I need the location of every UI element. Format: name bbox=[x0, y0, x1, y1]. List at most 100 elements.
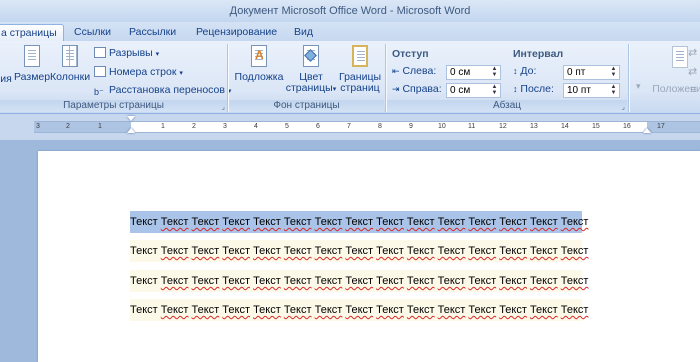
bring-forward-icon[interactable]: ⇄ bbox=[688, 46, 697, 59]
ribbon-tabs: а страницы Ссылки Рассылки Рецензировани… bbox=[0, 22, 700, 41]
page-color-button[interactable]: Цвет страницы▾ bbox=[285, 44, 337, 95]
dialog-launcher-icon[interactable]: ⌟ bbox=[221, 102, 225, 111]
indent-right-label: ⇥ Справа: bbox=[392, 83, 442, 95]
size-label: Размер bbox=[14, 71, 51, 83]
spacing-after-icon: ↕ bbox=[513, 84, 518, 94]
page-color-label-2: страницы bbox=[285, 82, 333, 94]
indent-right-input[interactable]: 0 см ▲ ▼ bbox=[446, 83, 501, 98]
page-borders-label-2: страниц bbox=[340, 82, 380, 94]
ruler-tick: 1 bbox=[98, 123, 102, 130]
spacing-before-input[interactable]: 0 пт ▲ ▼ bbox=[563, 65, 620, 80]
ruler-tick: 2 bbox=[192, 123, 196, 130]
paragraph-1[interactable]: Текст Текст Текст Текст Текст Текст Текс… bbox=[130, 211, 588, 233]
word: Текст bbox=[130, 304, 158, 316]
spinner-arrows-icon[interactable]: ▲ ▼ bbox=[609, 66, 618, 79]
word: Текст bbox=[253, 275, 281, 287]
word: Текст bbox=[406, 275, 435, 287]
word: Текст bbox=[468, 304, 497, 316]
word: Текст bbox=[191, 304, 220, 316]
indent-right-icon: ⇥ bbox=[392, 84, 400, 94]
group-label-page-setup: Параметры страницы bbox=[0, 100, 227, 112]
word: Текст bbox=[437, 216, 466, 228]
word: Текст bbox=[222, 216, 250, 228]
text-wrap-icon[interactable]: ≡ bbox=[690, 84, 696, 96]
dialog-launcher-icon[interactable]: ⌟ bbox=[621, 102, 625, 111]
send-backward-icon[interactable]: ⇄ bbox=[688, 65, 697, 78]
group-page-setup: ия Размер Колонки Разрывы ▾ Номера строк… bbox=[0, 41, 231, 114]
word: Текст bbox=[560, 216, 589, 228]
right-indent-marker[interactable] bbox=[643, 128, 651, 133]
word: Текст bbox=[499, 304, 527, 316]
ruler-tick: 14 bbox=[561, 123, 569, 130]
word: Текст bbox=[345, 304, 374, 316]
dropdown-arrow-icon: ▾ bbox=[179, 70, 183, 77]
columns-button[interactable]: Колонки bbox=[50, 44, 90, 83]
hyphenation-button[interactable]: b⁻ Расстановка переносов ▾ bbox=[94, 83, 231, 98]
spinner-arrows-icon[interactable]: ▲ ▼ bbox=[490, 66, 499, 79]
dropdown-arrow-icon: ▾ bbox=[636, 81, 641, 91]
paragraph-3[interactable]: Текст Текст Текст Текст Текст Текст Текс… bbox=[130, 270, 588, 292]
word: Текст bbox=[376, 245, 404, 257]
watermark-button[interactable]: A Подложка bbox=[233, 44, 285, 83]
word: Текст bbox=[437, 275, 466, 287]
word: Текст bbox=[437, 304, 466, 316]
ruler-bar: 3 2 1 1 2 3 4 5 6 7 8 9 10 11 12 13 14 1… bbox=[0, 114, 700, 140]
word: Текст bbox=[406, 216, 435, 228]
ruler-tick: 5 bbox=[285, 123, 289, 130]
size-button[interactable]: Размер bbox=[14, 44, 50, 83]
page-borders-button[interactable]: Границы страниц bbox=[337, 44, 383, 94]
paragraph-4[interactable]: Текст Текст Текст Текст Текст Текст Текс… bbox=[130, 299, 588, 321]
group-paragraph: Отступ ⇤ Слева: 0 см ▲ ▼ ⇥ Справа: 0 см ▲… bbox=[387, 41, 627, 114]
word: Текст bbox=[314, 216, 343, 228]
ruler-tick: 1 bbox=[161, 123, 165, 130]
word: Текст bbox=[560, 304, 589, 316]
indent-title: Отступ bbox=[392, 48, 429, 60]
word: Текст bbox=[376, 304, 404, 316]
tab-view[interactable]: Вид bbox=[294, 24, 313, 41]
spacing-after-input[interactable]: 10 пт ▲ ▼ bbox=[563, 83, 620, 98]
spacing-after-label: ↕ После: bbox=[513, 83, 554, 95]
line-numbers-button[interactable]: Номера строк ▾ bbox=[94, 65, 183, 80]
spacing-before-label: ↕ До: bbox=[513, 65, 537, 77]
ruler-tick: 16 bbox=[623, 123, 631, 130]
word: Текст bbox=[560, 245, 589, 257]
tab-page-layout[interactable]: а страницы bbox=[0, 24, 64, 41]
word: Текст bbox=[253, 245, 281, 257]
document-area: Текст Текст Текст Текст Текст Текст Текс… bbox=[0, 140, 700, 362]
breaks-icon bbox=[94, 47, 106, 58]
line-numbers-icon bbox=[94, 66, 106, 77]
page-size-icon bbox=[19, 44, 45, 70]
hyphenation-label: Расстановка переносов bbox=[109, 84, 225, 96]
hanging-indent-marker[interactable] bbox=[127, 128, 135, 133]
word: Текст bbox=[191, 275, 220, 287]
document-page[interactable]: Текст Текст Текст Текст Текст Текст Текс… bbox=[38, 151, 700, 362]
breaks-button[interactable]: Разрывы ▾ bbox=[94, 46, 159, 61]
ribbon: ия Размер Колонки Разрывы ▾ Номера строк… bbox=[0, 41, 700, 114]
word: Текст bbox=[468, 216, 497, 228]
word: Текст bbox=[499, 216, 527, 228]
ruler-right-margin bbox=[647, 122, 700, 132]
word: Текст bbox=[406, 304, 435, 316]
word: Текст bbox=[160, 304, 189, 316]
paragraph-2[interactable]: Текст Текст Текст Текст Текст Текст Текс… bbox=[130, 240, 588, 262]
spinner-arrows-icon[interactable]: ▲ ▼ bbox=[490, 84, 499, 97]
indent-left-input[interactable]: 0 см ▲ ▼ bbox=[446, 65, 501, 80]
line-numbers-label: Номера строк bbox=[109, 66, 177, 78]
spacing-before-icon: ↕ bbox=[513, 66, 518, 76]
dropdown-arrow-icon: ▾ bbox=[332, 86, 337, 93]
group-arrange: Положение ▾ ⇄ ⇄ ≡ bbox=[630, 41, 700, 114]
word: Текст bbox=[160, 216, 189, 228]
word: Текст bbox=[222, 275, 250, 287]
first-line-indent-marker[interactable] bbox=[127, 116, 135, 121]
spinner-arrows-icon[interactable]: ▲ ▼ bbox=[609, 84, 618, 97]
word: Текст bbox=[406, 245, 435, 257]
tab-references[interactable]: Ссылки bbox=[74, 24, 111, 41]
tab-review[interactable]: Рецензирование bbox=[196, 24, 277, 41]
ruler-tick: 8 bbox=[378, 123, 382, 130]
columns-label: Колонки bbox=[50, 71, 91, 83]
tab-mailings[interactable]: Рассылки bbox=[129, 24, 176, 41]
spacing-title: Интервал bbox=[513, 48, 564, 60]
word: Текст bbox=[191, 216, 220, 228]
word: Текст bbox=[253, 304, 281, 316]
ruler-tick: 9 bbox=[409, 123, 413, 130]
